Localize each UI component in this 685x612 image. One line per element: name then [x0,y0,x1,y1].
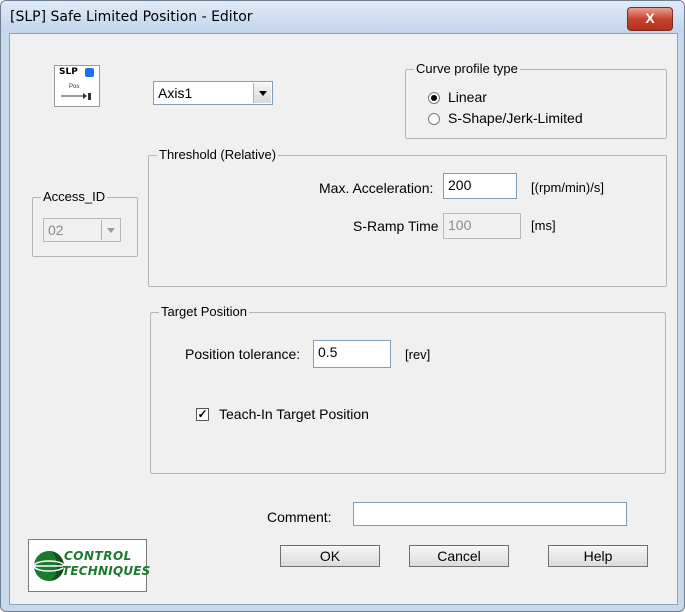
slp-icon-label: SLP [59,67,78,77]
editor-window: [SLP] Safe Limited Position - Editor X S… [0,0,685,612]
threshold-title: Threshold (Relative) [157,147,279,162]
max-acceleration-input[interactable]: 200 [443,173,517,199]
dialog-client-area: SLP Pos Axis1 Curve profile type Linear … [9,33,678,605]
cancel-button[interactable]: Cancel [409,545,509,567]
curve-profile-title: Curve profile type [414,61,520,76]
s-ramp-time-label: S-Ramp Time [353,218,439,234]
s-ramp-time-unit: [ms] [531,218,556,233]
help-button[interactable]: Help [548,545,648,567]
s-ramp-time-input: 100 [443,213,521,239]
chevron-down-icon [101,220,119,240]
logo-line-2: TECHNIQUES [62,564,151,578]
close-icon: X [645,10,655,26]
teach-in-checkbox[interactable]: ✓ [196,408,209,421]
threshold-group: Threshold (Relative) Max. Acceleration: … [148,147,667,287]
comment-input[interactable] [353,502,627,526]
position-arrow-icon [61,93,91,100]
max-acceleration-unit: [(rpm/min)/s] [531,180,604,195]
target-position-group: Target Position Position tolerance: 0.5 … [150,304,666,474]
title-bar[interactable]: [SLP] Safe Limited Position - Editor X [1,1,684,33]
radio-s-shape[interactable] [428,113,440,125]
curve-profile-group: Curve profile type Linear S-Shape/Jerk-L… [405,61,667,139]
close-button[interactable]: X [627,7,673,31]
ok-button[interactable]: OK [280,545,380,567]
access-id-value: 02 [48,222,64,238]
chevron-down-icon[interactable] [253,83,271,103]
logo-line-1: CONTROL [64,549,132,563]
comment-label: Comment: [267,509,332,525]
axis-dropdown-value: Axis1 [158,85,193,101]
axis-dropdown[interactable]: Axis1 [153,81,273,105]
access-id-title: Access_ID [41,189,108,204]
radio-selected-dot [431,95,437,101]
max-acceleration-label: Max. Acceleration: [319,180,434,196]
position-tolerance-input[interactable]: 0.5 [313,340,391,368]
access-id-dropdown: 02 [43,218,121,242]
radio-s-shape-label[interactable]: S-Shape/Jerk-Limited [448,110,583,126]
window-title: [SLP] Safe Limited Position - Editor [10,9,253,25]
radio-linear-label[interactable]: Linear [448,89,487,105]
position-tolerance-label: Position tolerance: [185,346,301,362]
control-techniques-logo: CONTROL TECHNIQUES [28,539,150,592]
teach-in-label[interactable]: Teach-In Target Position [219,406,369,422]
slp-icon-badge [85,68,94,77]
position-tolerance-unit: [rev] [405,347,431,362]
radio-linear[interactable] [428,92,440,104]
slp-function-icon: SLP Pos [54,65,100,107]
access-id-group: Access_ID 02 [32,189,138,257]
target-position-title: Target Position [159,304,249,319]
